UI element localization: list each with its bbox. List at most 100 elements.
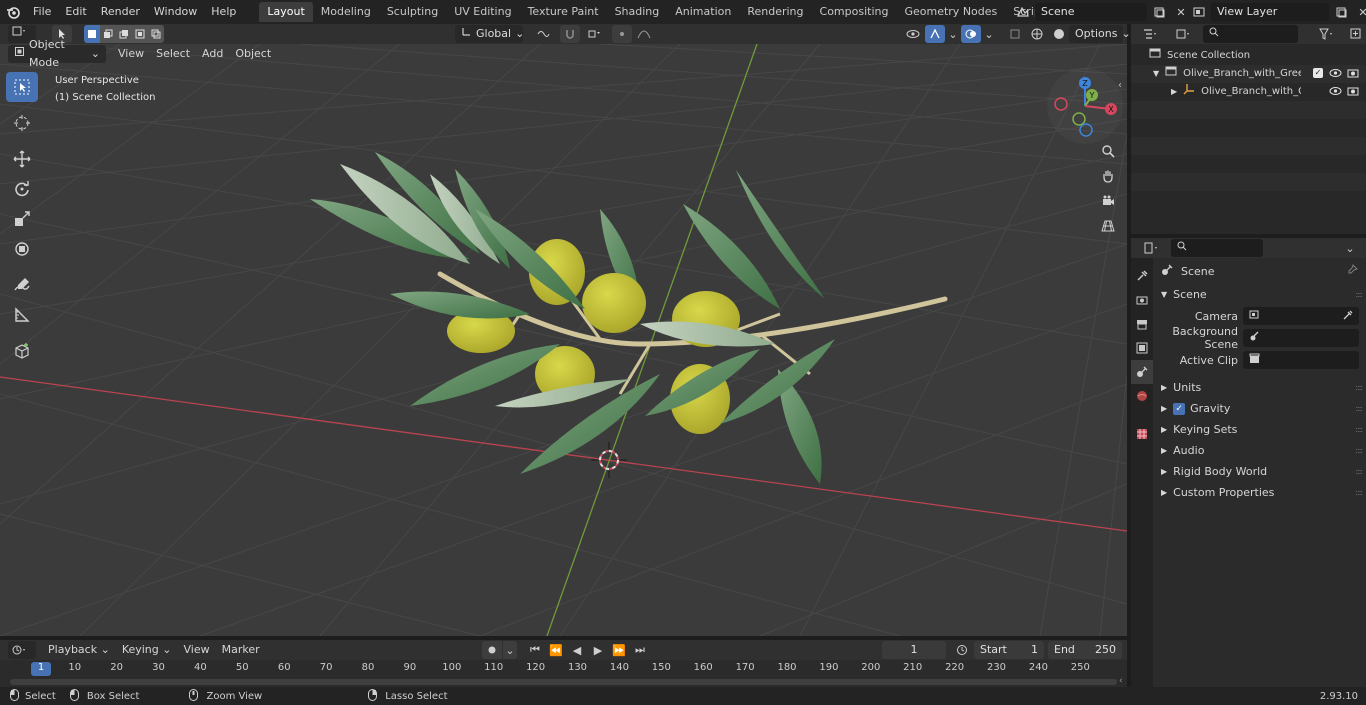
- gravity-checkbox[interactable]: ✓: [1173, 402, 1186, 415]
- new-scene-icon[interactable]: [1149, 3, 1169, 21]
- overlays-dropdown-icon[interactable]: ⌄: [983, 25, 995, 43]
- menu-help[interactable]: Help: [204, 2, 243, 22]
- pivot-point-icon[interactable]: [530, 25, 556, 43]
- start-frame-field[interactable]: Start 1: [974, 641, 1044, 659]
- expand-arrow-icon[interactable]: ▼: [1161, 290, 1167, 299]
- play-reverse-icon[interactable]: ◀: [567, 641, 587, 659]
- add-cube-tool-icon[interactable]: [6, 336, 38, 366]
- select-mode-subtract-icon[interactable]: [116, 25, 132, 43]
- jump-start-icon[interactable]: ⏮: [525, 641, 545, 659]
- output-tab-icon[interactable]: [1131, 312, 1153, 336]
- tab-animation[interactable]: Animation: [667, 2, 739, 22]
- timeline-scrollbar[interactable]: [10, 679, 1117, 685]
- render-tab-icon[interactable]: [1131, 288, 1153, 312]
- expand-arrow-icon[interactable]: ▼: [1153, 65, 1159, 83]
- custom-properties-panel[interactable]: ▶ Custom Properties ::::: [1153, 482, 1366, 503]
- expand-arrow-icon[interactable]: ▶: [1161, 467, 1167, 476]
- new-collection-icon[interactable]: [1347, 25, 1366, 43]
- expand-arrow-icon[interactable]: ▶: [1161, 383, 1167, 392]
- properties-editor-type-icon[interactable]: [1137, 239, 1165, 257]
- menu-window[interactable]: Window: [147, 2, 204, 22]
- solid-shading-icon[interactable]: [1049, 25, 1069, 43]
- drag-handle-icon[interactable]: ::::: [1355, 467, 1363, 476]
- view-layer-tab-icon[interactable]: [1131, 336, 1153, 360]
- tab-texture-paint[interactable]: Texture Paint: [520, 2, 607, 22]
- measure-tool-icon[interactable]: [6, 300, 38, 330]
- proportional-editing-icon[interactable]: [612, 25, 632, 43]
- jump-keyframe-back-icon[interactable]: ⏪: [546, 641, 566, 659]
- tab-geometry-nodes[interactable]: Geometry Nodes: [896, 2, 1005, 22]
- scene-tab-icon[interactable]: [1131, 360, 1153, 384]
- expand-arrow-icon[interactable]: ▶: [1161, 488, 1167, 497]
- rigid-body-world-panel[interactable]: ▶ Rigid Body World ::::: [1153, 461, 1366, 482]
- filter-icon[interactable]: [1312, 25, 1341, 43]
- select-mode-intersect-icon[interactable]: [148, 25, 164, 43]
- world-tab-icon[interactable]: [1131, 384, 1153, 408]
- scene-selector-icon[interactable]: [1013, 3, 1033, 21]
- menu-timeline-view[interactable]: View: [177, 641, 215, 659]
- outliner-scene-collection[interactable]: Scene Collection: [1131, 47, 1366, 65]
- current-frame-field[interactable]: 1: [882, 641, 946, 659]
- jump-keyframe-forward-icon[interactable]: ⏩: [609, 641, 629, 659]
- audio-panel[interactable]: ▶ Audio ::::: [1153, 440, 1366, 461]
- outliner-editor-type-icon[interactable]: [1137, 25, 1164, 43]
- tab-shading[interactable]: Shading: [607, 2, 668, 22]
- xray-toggle-icon[interactable]: [1005, 25, 1025, 43]
- drag-handle-icon[interactable]: ::::: [1355, 446, 1363, 455]
- menu-keying[interactable]: Keying ⌄: [116, 641, 178, 659]
- select-box-tool-icon[interactable]: [6, 72, 38, 102]
- olive-branch-model[interactable]: [310, 152, 948, 484]
- navigation-gizmo[interactable]: Z Y X: [1047, 68, 1123, 144]
- expand-arrow-icon[interactable]: ▶: [1161, 446, 1167, 455]
- menu-marker[interactable]: Marker: [216, 641, 266, 659]
- transform-tool-icon[interactable]: [6, 234, 38, 264]
- gizmo-toggle-icon[interactable]: [925, 25, 945, 43]
- drag-handle-icon[interactable]: ::::: [1355, 425, 1363, 434]
- auto-keying-icon[interactable]: [482, 641, 502, 659]
- 3d-viewport[interactable]: Z Y X User Perspective (1) Scene Collect…: [0, 44, 1127, 636]
- timeline-ruler[interactable]: 1 10 20 30 40 50 60 70 80 90 100 110 120 130 140 150 160…: [0, 660, 1127, 687]
- falloff-icon[interactable]: [634, 25, 654, 43]
- remove-scene-icon[interactable]: ✕: [1171, 3, 1191, 21]
- wireframe-shading-icon[interactable]: [1027, 25, 1047, 43]
- snap-target-icon[interactable]: [582, 25, 608, 43]
- rotate-tool-icon[interactable]: [6, 174, 38, 204]
- tab-rendering[interactable]: Rendering: [739, 2, 811, 22]
- drag-handle-icon[interactable]: ::::: [1355, 404, 1363, 413]
- active-clip-field[interactable]: [1243, 351, 1359, 369]
- tool-settings-tab-icon[interactable]: [1131, 264, 1153, 288]
- play-icon[interactable]: ▶: [588, 641, 608, 659]
- select-mode-invert-icon[interactable]: [132, 25, 148, 43]
- outliner-item-collection[interactable]: ▼ Olive_Branch_with_Green_Oli ✓: [1131, 65, 1366, 83]
- display-mode-icon[interactable]: [1170, 25, 1197, 43]
- remove-view-layer-icon[interactable]: ✕: [1353, 3, 1366, 21]
- expand-arrow-icon[interactable]: ▶: [1161, 425, 1167, 434]
- new-view-layer-icon[interactable]: [1331, 3, 1351, 21]
- overlays-toggle-icon[interactable]: [961, 25, 981, 43]
- properties-options-icon[interactable]: ⌄: [1340, 239, 1360, 257]
- sidebar-toggle-icon[interactable]: ‹: [1118, 80, 1122, 91]
- menu-file[interactable]: File: [26, 2, 58, 22]
- cursor-tool-icon[interactable]: [6, 108, 38, 138]
- object-mode-dropdown[interactable]: Object Mode ⌄: [8, 38, 106, 69]
- texture-tab-icon[interactable]: [1131, 422, 1153, 446]
- scene-section-header[interactable]: ▼ Scene ::::: [1153, 284, 1366, 305]
- menu-edit[interactable]: Edit: [58, 2, 93, 22]
- outliner-search-input[interactable]: [1202, 25, 1298, 43]
- jump-end-icon[interactable]: ⏭: [630, 641, 650, 659]
- options-dropdown[interactable]: Options ⌄: [1069, 25, 1131, 43]
- end-frame-field[interactable]: End 250: [1048, 641, 1122, 659]
- pan-hand-icon[interactable]: [1096, 164, 1120, 188]
- tab-sculpting[interactable]: Sculpting: [379, 2, 446, 22]
- units-panel[interactable]: ▶ Units ::::: [1153, 377, 1366, 398]
- tab-modeling[interactable]: Modeling: [313, 2, 379, 22]
- tab-layout[interactable]: Layout: [259, 2, 313, 22]
- menu-render[interactable]: Render: [94, 2, 147, 22]
- camera-field[interactable]: [1243, 307, 1359, 325]
- drag-handle-icon[interactable]: ::::: [1355, 290, 1363, 299]
- properties-search-input[interactable]: [1171, 239, 1263, 257]
- tab-compositing[interactable]: Compositing: [812, 2, 897, 22]
- exclude-checkbox[interactable]: ✓: [1313, 68, 1323, 78]
- transform-orientation-dropdown[interactable]: Global ⌄: [455, 25, 524, 43]
- scene-name-field[interactable]: Scene: [1035, 3, 1147, 21]
